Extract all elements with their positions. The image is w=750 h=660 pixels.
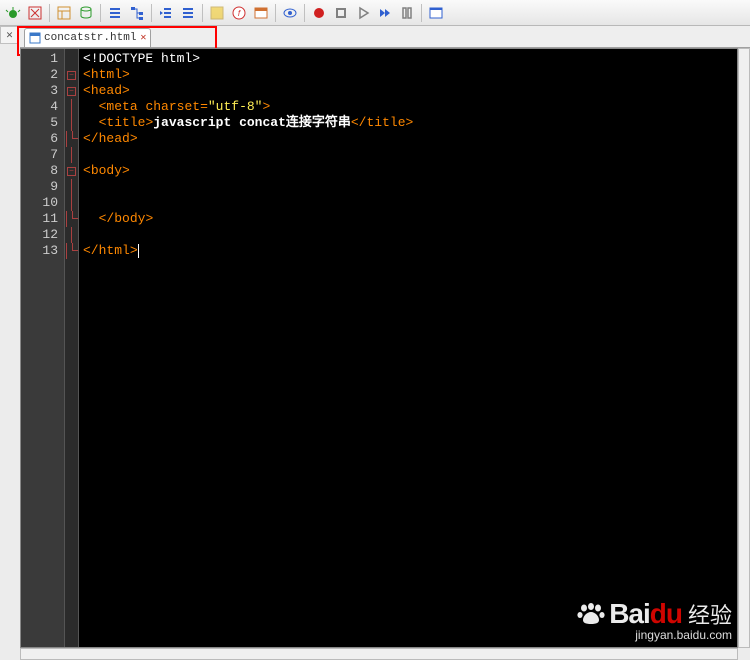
code-line[interactable]: <!DOCTYPE html> — [83, 51, 733, 67]
align-left-icon[interactable] — [104, 2, 126, 24]
code-line[interactable]: <head> — [83, 83, 733, 99]
line-number: 3 — [25, 83, 58, 99]
fold-cell[interactable] — [65, 179, 78, 195]
list-icon[interactable] — [177, 2, 199, 24]
fold-cell[interactable] — [65, 115, 78, 131]
line-number: 10 — [25, 195, 58, 211]
record-icon[interactable] — [308, 2, 330, 24]
layout-icon[interactable] — [53, 2, 75, 24]
fold-cell[interactable]: − — [65, 163, 78, 179]
code-line[interactable]: </head> — [83, 131, 733, 147]
code-line[interactable]: <html> — [83, 67, 733, 83]
horizontal-scrollbar[interactable] — [20, 648, 738, 660]
line-number: 11 — [25, 211, 58, 227]
code-line[interactable]: <meta charset="utf-8"> — [83, 99, 733, 115]
toolbar-divider — [421, 4, 422, 22]
fold-column[interactable]: −−− — [65, 49, 79, 647]
pause-icon[interactable] — [396, 2, 418, 24]
line-number: 9 — [25, 179, 58, 195]
fold-cell[interactable]: − — [65, 83, 78, 99]
code-line[interactable]: <body> — [83, 163, 733, 179]
toolbar-divider — [202, 4, 203, 22]
code-line[interactable]: </body> — [83, 211, 733, 227]
vertical-scrollbar[interactable] — [738, 48, 750, 648]
toolbar-divider — [151, 4, 152, 22]
tab-close-icon[interactable]: ✕ — [140, 32, 146, 44]
stop-icon[interactable] — [330, 2, 352, 24]
fold-cell[interactable] — [65, 131, 78, 147]
code-line[interactable] — [83, 195, 733, 211]
fold-cell[interactable] — [65, 211, 78, 227]
code-line[interactable] — [83, 179, 733, 195]
tab-bar: concatstr.html ✕ — [20, 26, 750, 48]
fold-cell[interactable] — [65, 195, 78, 211]
code-line[interactable]: <title>javascript concat连接字符串</title> — [83, 115, 733, 131]
line-number: 2 — [25, 67, 58, 83]
window-icon[interactable] — [425, 2, 447, 24]
code-area[interactable]: <!DOCTYPE html><html><head> <meta charse… — [79, 49, 737, 647]
db-icon[interactable] — [75, 2, 97, 24]
bug-icon[interactable] — [2, 2, 24, 24]
line-number: 1 — [25, 51, 58, 67]
line-number-gutter: 12345678910111213 — [21, 49, 65, 647]
code-line[interactable]: </html> — [83, 243, 733, 259]
fold-cell[interactable] — [65, 51, 78, 67]
toolbar-divider — [275, 4, 276, 22]
fold-cell[interactable] — [65, 147, 78, 163]
toolbar: f — [0, 0, 750, 26]
code-editor[interactable]: 12345678910111213 −−− <!DOCTYPE html><ht… — [20, 48, 738, 648]
eye-icon[interactable] — [279, 2, 301, 24]
toolbar-divider — [304, 4, 305, 22]
line-number: 6 — [25, 131, 58, 147]
file-tab[interactable]: concatstr.html ✕ — [24, 28, 151, 47]
tab-title: concatstr.html — [44, 32, 136, 44]
close-icon: ✕ — [6, 30, 14, 41]
toolbar-divider — [49, 4, 50, 22]
side-panel-close[interactable]: ✕ — [0, 26, 19, 44]
code-line[interactable] — [83, 227, 733, 243]
code-line[interactable] — [83, 147, 733, 163]
fold-cell[interactable] — [65, 227, 78, 243]
line-number: 12 — [25, 227, 58, 243]
fast-forward-icon[interactable] — [374, 2, 396, 24]
fold-cell[interactable] — [65, 243, 78, 259]
stop-debug-icon[interactable] — [24, 2, 46, 24]
panel-icon[interactable] — [250, 2, 272, 24]
highlight-icon[interactable] — [206, 2, 228, 24]
line-number: 13 — [25, 243, 58, 259]
list-indent-icon[interactable] — [155, 2, 177, 24]
flash-icon[interactable]: f — [228, 2, 250, 24]
tree-icon[interactable] — [126, 2, 148, 24]
line-number: 7 — [25, 147, 58, 163]
line-number: 4 — [25, 99, 58, 115]
play-icon[interactable] — [352, 2, 374, 24]
fold-cell[interactable]: − — [65, 67, 78, 83]
file-icon — [29, 32, 41, 44]
fold-cell[interactable] — [65, 99, 78, 115]
line-number: 5 — [25, 115, 58, 131]
toolbar-divider — [100, 4, 101, 22]
line-number: 8 — [25, 163, 58, 179]
